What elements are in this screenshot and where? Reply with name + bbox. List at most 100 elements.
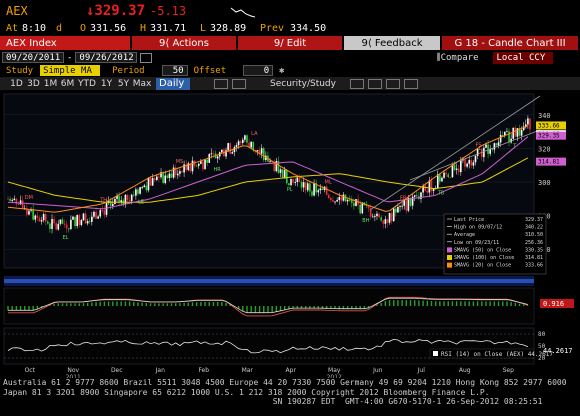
- period-1d[interactable]: 1D: [8, 79, 25, 89]
- compare-label: Compare: [440, 52, 479, 63]
- candle: [453, 164, 456, 170]
- macd-bar: [24, 306, 26, 311]
- macd-bar: [246, 306, 248, 313]
- candle: [84, 213, 87, 224]
- candle: [57, 223, 60, 230]
- macd-bar: [162, 303, 164, 306]
- period-max[interactable]: Max: [132, 79, 152, 89]
- period-1m[interactable]: 1M: [42, 79, 59, 89]
- pattern-label: PL: [287, 187, 293, 193]
- line-tool-icon[interactable]: [385, 78, 400, 89]
- date-separator: -: [67, 52, 73, 63]
- actions-menu[interactable]: 9⟨ Actions: [132, 36, 236, 50]
- candle: [529, 118, 531, 130]
- edit-menu[interactable]: 9/ Edit: [238, 36, 342, 50]
- candle: [145, 185, 148, 191]
- candle: [348, 199, 351, 201]
- period-field[interactable]: 50: [161, 65, 188, 76]
- candle: [229, 143, 232, 154]
- macd-bar: [502, 301, 504, 306]
- study-select[interactable]: Simple MA: [40, 65, 101, 76]
- candle: [313, 183, 315, 196]
- macd-bar: [99, 301, 101, 306]
- macd-bar: [204, 302, 206, 306]
- volume-bar: [4, 279, 534, 283]
- macd-bar: [124, 301, 127, 306]
- macd-bar: [476, 301, 479, 306]
- candle: [221, 149, 223, 153]
- pattern-label: FS: [475, 142, 481, 148]
- candle: [32, 209, 34, 220]
- feedback-menu[interactable]: 9⟨ Feedback: [344, 36, 440, 50]
- candle: [384, 219, 387, 224]
- calendar-icon[interactable]: [140, 52, 153, 63]
- candle: [141, 187, 143, 188]
- macd-bar: [464, 301, 466, 306]
- security-study-button[interactable]: Security/Study: [270, 79, 336, 89]
- chart-tool-icon[interactable]: [214, 78, 228, 89]
- frequency-select[interactable]: Daily: [156, 77, 190, 90]
- candle: [351, 199, 353, 203]
- candle: [262, 148, 265, 161]
- candle: [478, 149, 481, 150]
- candle-chart[interactable]: DMELTHLEMSHRLAPLMLBHFBTBFST 260280300320…: [0, 90, 580, 380]
- drawing-tool-icon[interactable]: [232, 78, 246, 89]
- period-1y[interactable]: 1Y: [98, 79, 115, 89]
- macd-bar: [191, 302, 194, 306]
- candle: [151, 178, 154, 186]
- candle: [413, 195, 416, 197]
- offset-field[interactable]: 0: [243, 65, 274, 76]
- settings-tool-icon[interactable]: [403, 78, 418, 89]
- candle: [327, 194, 330, 199]
- candle: [512, 127, 515, 139]
- period-5y[interactable]: 5Y: [115, 79, 132, 89]
- candle: [309, 183, 311, 192]
- candle: [447, 174, 450, 178]
- candle: [374, 216, 376, 217]
- compare-button[interactable]: ⫼Compare: [436, 53, 478, 63]
- candle: [153, 178, 156, 180]
- candle: [109, 200, 112, 206]
- rsi-tick-label: 50: [538, 343, 546, 350]
- candle: [424, 185, 426, 191]
- zoom-tool-icon[interactable]: [349, 78, 364, 89]
- end-date-field[interactable]: 09/26/2012: [75, 52, 138, 63]
- intraday-sparkline-icon: [230, 7, 256, 17]
- prev-label: Prev: [260, 22, 285, 34]
- study-label: Study: [6, 65, 34, 76]
- macd-bar: [518, 303, 521, 306]
- text-tool-icon[interactable]: [367, 78, 382, 89]
- candle: [82, 213, 85, 221]
- period-ytd[interactable]: YTD: [76, 79, 98, 89]
- quote-header: AEX ↓329.37 -5.13: [0, 0, 580, 21]
- macd-bar: [489, 301, 491, 306]
- x-tick-label: Feb: [198, 367, 209, 374]
- macd-bar: [413, 300, 416, 306]
- macd-bar: [426, 300, 428, 306]
- macd-bar: [497, 301, 500, 306]
- currency-select[interactable]: Local CCY: [492, 51, 553, 64]
- candle: [497, 142, 500, 146]
- candle: [164, 175, 167, 184]
- candle: [495, 143, 498, 146]
- macd-bar: [212, 302, 215, 306]
- candle: [388, 213, 391, 223]
- candle: [330, 198, 332, 200]
- time-label: At: [6, 22, 19, 34]
- candle: [311, 191, 313, 196]
- pattern-label: BH: [362, 218, 369, 224]
- candle: [78, 215, 81, 225]
- x-tick-label: Aug: [459, 367, 471, 374]
- function-menu-bar: AEX Index 9⟨ Actions 9/ Edit 9⟨ Feedback…: [0, 36, 580, 50]
- period-6m[interactable]: 6M: [59, 79, 76, 89]
- macd-bar: [183, 302, 185, 306]
- macd-bar: [120, 301, 122, 306]
- start-date-field[interactable]: 09/20/2011: [2, 52, 64, 63]
- study-options-icon[interactable]: ✱: [279, 66, 284, 76]
- date-range-row: 09/20/2011 - 09/26/2012 ⫼Compare Local C…: [0, 51, 580, 64]
- x-tick-label: Dec: [111, 367, 123, 374]
- period-3d[interactable]: 3D: [25, 79, 42, 89]
- macd-bar: [74, 303, 76, 306]
- macd-bar: [485, 301, 487, 306]
- candle: [126, 194, 129, 201]
